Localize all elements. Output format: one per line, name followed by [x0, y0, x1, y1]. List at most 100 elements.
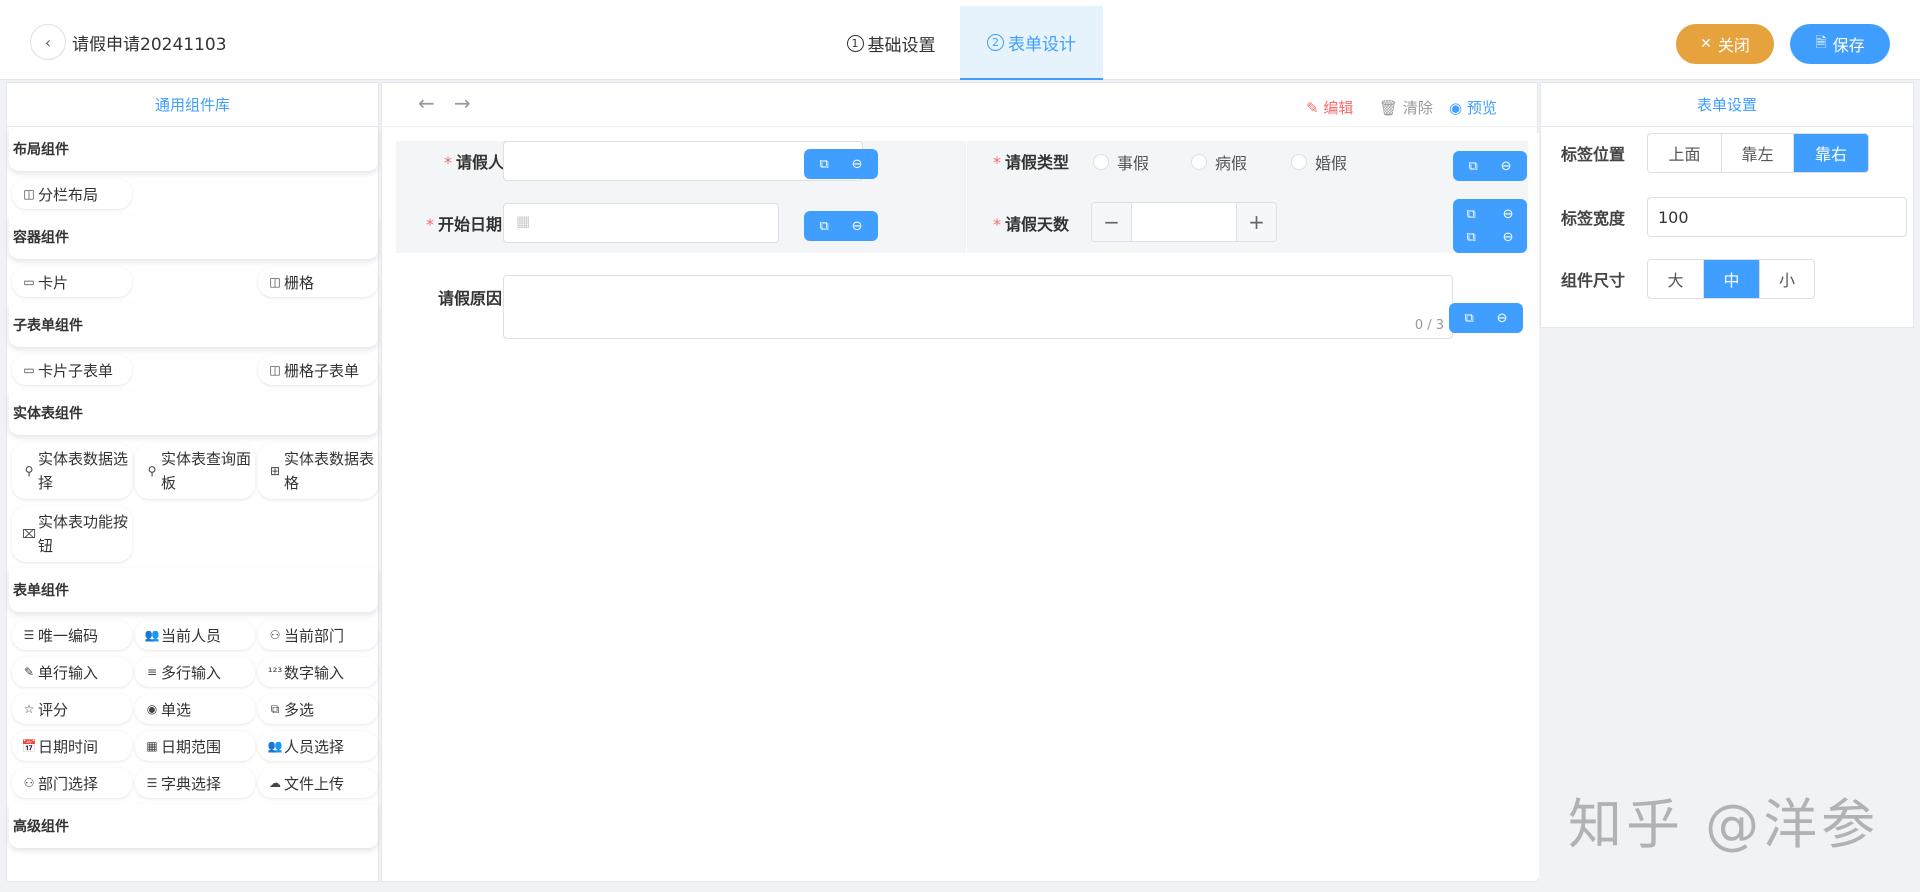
component-radio[interactable]: ◉ 单选 [135, 694, 255, 724]
field-start-date[interactable]: * 开始日期 ▦ ⧉ ⊖ [396, 197, 966, 253]
calendar-icon: ▦ [516, 212, 531, 230]
copy-icon[interactable]: ⧉ [1468, 159, 1477, 174]
plus-button[interactable]: + [1236, 203, 1276, 241]
option-medium[interactable]: 中 [1704, 260, 1760, 298]
component-number-input[interactable]: ¹²³ 数字输入 [258, 657, 378, 687]
component-user-select[interactable]: 👥 人员选择 [258, 731, 378, 761]
start-date-picker[interactable]: ▦ [503, 203, 779, 243]
group-items-layout: ◫ 分栏布局 [7, 171, 380, 215]
component-current-user[interactable]: 👥 当前人员 [135, 620, 255, 650]
component-checkbox[interactable]: ⧉ 多选 [258, 694, 378, 724]
setting-label-width: 标签宽度 100 [1561, 197, 1907, 237]
component-rating[interactable]: ☆ 评分 [12, 694, 132, 724]
copy-icon: ⧉ [270, 701, 280, 716]
delete-icon[interactable]: ⊖ [1501, 159, 1512, 174]
days-stepper[interactable]: − + [1091, 202, 1277, 242]
component-multi-line-input[interactable]: ≡ 多行输入 [135, 657, 255, 687]
component-unique-code[interactable]: ☰ 唯一编码 [12, 620, 132, 650]
minus-button[interactable]: − [1092, 203, 1132, 241]
group-header-entity: 实体表组件 [9, 391, 378, 435]
field-applicant[interactable]: * 请假人 ⧉ ⊖ [396, 141, 966, 197]
component-dept-select[interactable]: ⚇ 部门选择 [12, 768, 132, 798]
close-button[interactable]: ✕ 关闭 [1676, 24, 1774, 64]
calendar-icon: ▦ [146, 739, 158, 753]
size-segmented: 大 中 小 [1647, 259, 1815, 299]
delete-icon[interactable]: ⊖ [1503, 230, 1514, 245]
radio-option-marriage[interactable]: 婚假 [1291, 150, 1347, 174]
option-right[interactable]: 靠右 [1794, 134, 1868, 172]
save-icon: 🗎 [1815, 35, 1827, 51]
delete-icon[interactable]: ⊖ [1497, 311, 1508, 326]
group-header-advanced: 高级组件 [9, 804, 378, 848]
component-entity-data-table[interactable]: ⊞ 实体表数据表格 [258, 443, 378, 499]
preview-button[interactable]: ◉ 预览 [1449, 97, 1497, 118]
component-entity-query-panel[interactable]: ⚲ 实体表查询面板 [135, 443, 255, 499]
label-width-input[interactable]: 100 [1647, 197, 1907, 237]
edit-button[interactable]: ✎ 编辑 [1306, 97, 1353, 118]
component-date-range[interactable]: ▦ 日期范围 [135, 731, 255, 761]
copy-icon[interactable]: ⧉ [819, 157, 828, 172]
field-tools[interactable]: ⧉ ⊖ [804, 211, 878, 241]
copy-icon[interactable]: ⧉ [819, 219, 828, 234]
cloud-upload-icon: ☁ [269, 776, 281, 790]
calendar-clock-icon: 📅 [21, 739, 37, 753]
setting-label: 组件尺寸 [1561, 271, 1626, 290]
option-small[interactable]: 小 [1760, 260, 1814, 298]
option-large[interactable]: 大 [1648, 260, 1704, 298]
component-grid[interactable]: ◫ 栅格 [258, 267, 378, 297]
app-header: ‹ 请假申请20241103 1 基础设置 2 表单设计 ✕ 关闭 🗎 保存 [0, 0, 1920, 80]
close-icon: ✕ [1700, 36, 1712, 52]
save-button[interactable]: 🗎 保存 [1790, 24, 1890, 64]
radio-option-personal[interactable]: 事假 [1093, 150, 1149, 174]
group-header-subform: 子表单组件 [9, 303, 378, 347]
tab-basic-settings[interactable]: 1 基础设置 [822, 6, 960, 80]
option-top[interactable]: 上面 [1648, 134, 1722, 172]
copy-icon[interactable]: ⧉ [1466, 230, 1475, 245]
component-entity-data-select[interactable]: ⚲ 实体表数据选择 [12, 443, 132, 499]
field-tools[interactable]: ⧉ ⊖ ⧉ ⊖ [1453, 199, 1527, 253]
redo-icon[interactable]: → [454, 91, 471, 115]
component-card-subform[interactable]: ▭ 卡片子表单 [12, 355, 132, 385]
org-icon: ⚇ [23, 776, 35, 790]
field-tools[interactable]: ⧉ ⊖ [1449, 303, 1523, 333]
delete-icon[interactable]: ⊖ [1503, 207, 1514, 222]
component-column-layout[interactable]: ◫ 分栏布局 [12, 179, 132, 209]
card-icon: ▭ [23, 363, 35, 377]
tab-form-design[interactable]: 2 表单设计 [960, 6, 1103, 80]
undo-icon[interactable]: ← [418, 91, 435, 115]
grid-icon: ◫ [269, 363, 281, 377]
copy-icon[interactable]: ⧉ [1464, 311, 1473, 326]
component-library: 通用组件库 布局组件 ◫ 分栏布局 容器组件 ▭ 卡片 ◫ 栅格 子表单组件 ▭ 卡片子… [6, 82, 379, 882]
delete-icon[interactable]: ⊖ [852, 157, 863, 172]
component-file-upload[interactable]: ☁ 文件上传 [258, 768, 378, 798]
trash-icon: 🗑 [1379, 99, 1403, 117]
component-current-dept[interactable]: ⚇ 当前部门 [258, 620, 378, 650]
clear-button[interactable]: 🗑 清除 [1379, 97, 1433, 118]
back-button[interactable]: ‹ [30, 24, 66, 60]
list-icon: ☰ [23, 628, 35, 642]
close-button-label: 关闭 [1717, 36, 1750, 55]
component-entity-action-button[interactable]: ⌧ 实体表功能按钮 [12, 506, 132, 562]
chevron-left-icon: ‹ [44, 32, 52, 52]
reason-textarea[interactable]: 0 / 3 [503, 275, 1453, 339]
component-card[interactable]: ▭ 卡片 [12, 267, 132, 297]
delete-icon[interactable]: ⊖ [852, 219, 863, 234]
step-number: 1 [846, 34, 864, 52]
component-grid-subform[interactable]: ◫ 栅格子表单 [258, 355, 378, 385]
form-canvas: * 请假人 ⧉ ⊖ * 请假类型 事假 病假 婚假 ⧉ ⊖ * 开始日期 ▦ ⧉ ⊖ [382, 133, 1539, 878]
radio-option-sick[interactable]: 病假 [1191, 150, 1247, 174]
field-tools[interactable]: ⧉ ⊖ [804, 149, 878, 179]
component-dict-select[interactable]: ☰ 字典选择 [135, 768, 255, 798]
plus-icon: + [1248, 210, 1265, 234]
field-leave-days[interactable]: * 请假天数 − + ⧉ ⊖ ⧉ ⊖ [967, 197, 1528, 253]
field-leave-type[interactable]: * 请假类型 事假 病假 婚假 ⧉ ⊖ [967, 141, 1528, 197]
list-icon: ☰ [146, 776, 158, 790]
option-left[interactable]: 靠左 [1722, 134, 1794, 172]
component-datetime[interactable]: 📅 日期时间 [12, 731, 132, 761]
users-icon: 👥 [267, 739, 283, 753]
copy-icon[interactable]: ⧉ [1466, 207, 1475, 222]
component-single-line-input[interactable]: ✎ 单行输入 [12, 657, 132, 687]
library-body: 布局组件 ◫ 分栏布局 容器组件 ▭ 卡片 ◫ 栅格 子表单组件 ▭ 卡片子表单 ◫ 栅格… [7, 127, 380, 848]
radio-circle [1093, 154, 1109, 170]
field-tools[interactable]: ⧉ ⊖ [1453, 151, 1527, 181]
